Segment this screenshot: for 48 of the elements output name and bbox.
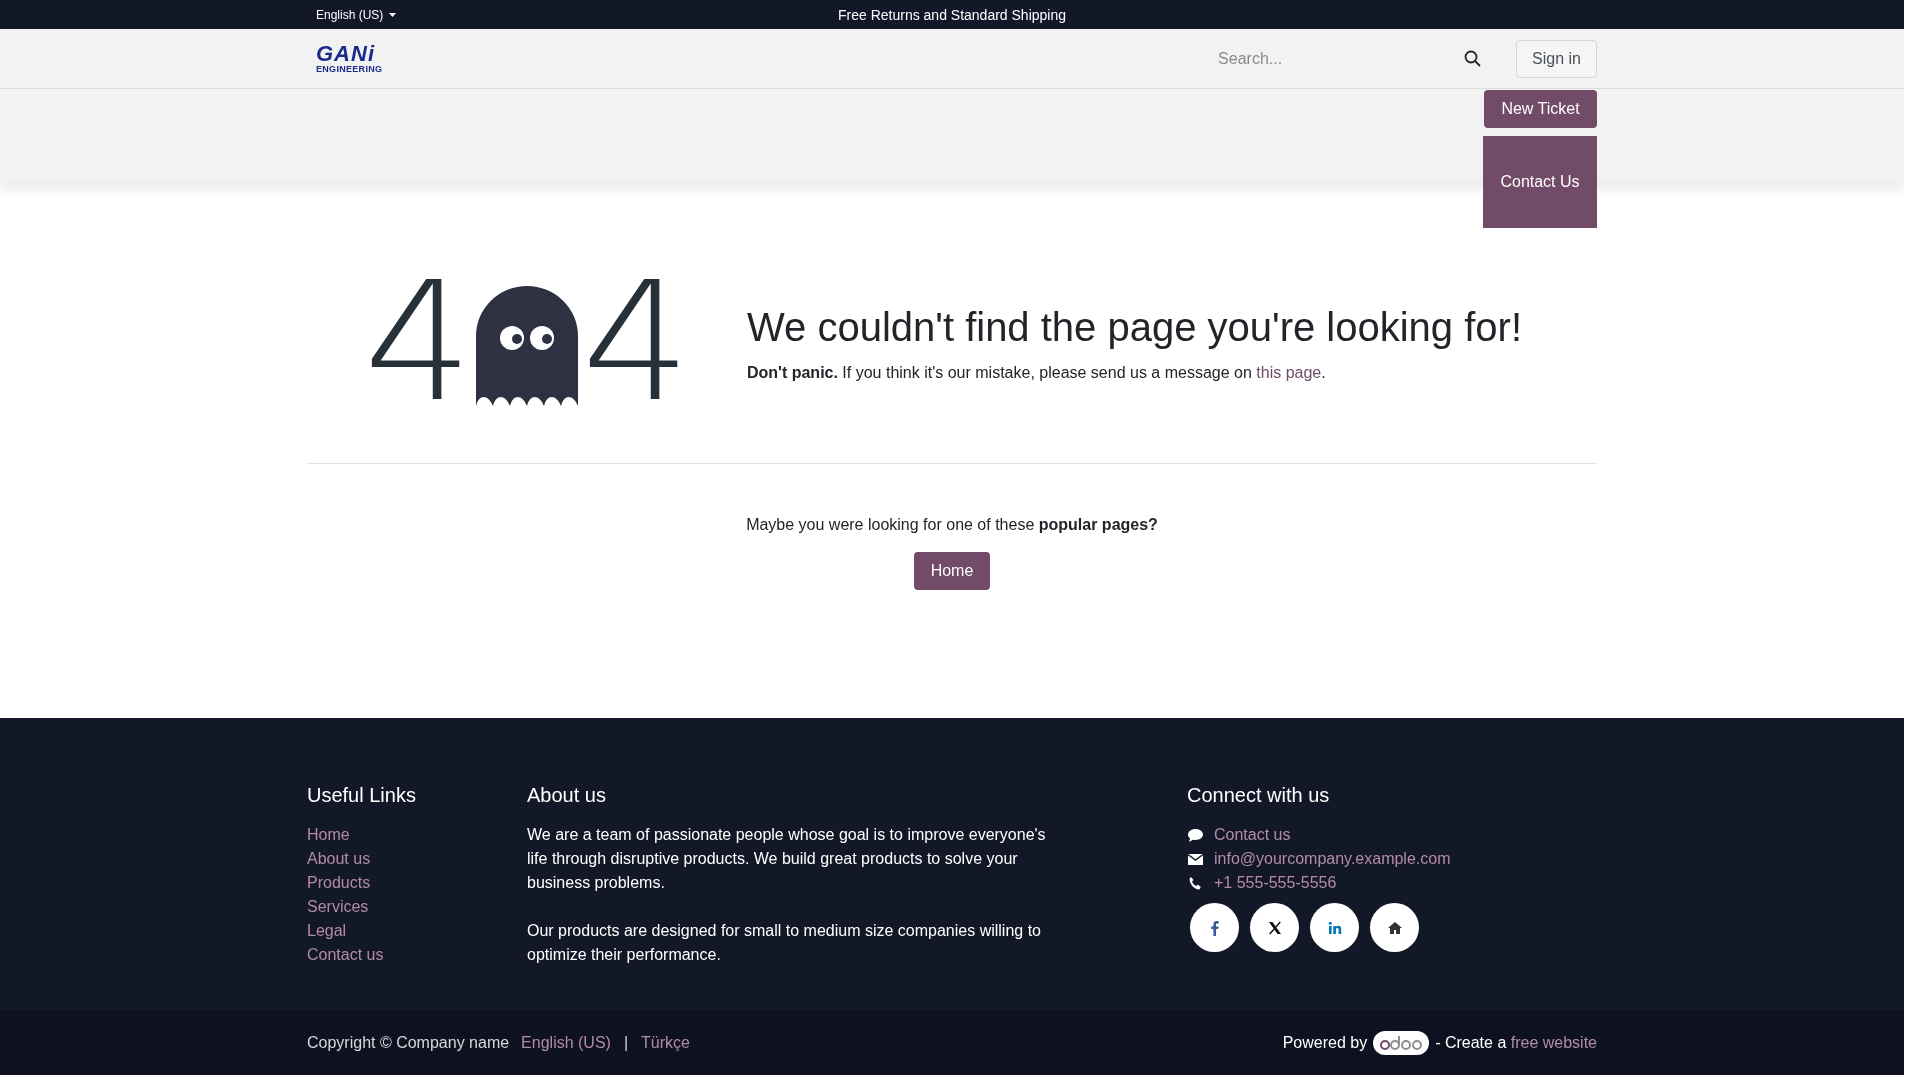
- popular-pages-text: Maybe you were looking for one of these popular pages?: [745, 516, 1159, 534]
- contact-link[interactable]: +1 555-555-5556: [1214, 871, 1337, 895]
- error-digit: 4: [581, 280, 691, 406]
- envelope-icon: [1187, 851, 1204, 867]
- speech-bubble-icon: [1187, 827, 1204, 843]
- footer-link[interactable]: Products: [307, 871, 527, 895]
- wordmark-logo[interactable]: [1373, 1030, 1430, 1055]
- contact-link[interactable]: Contact us: [1214, 823, 1291, 847]
- error-heading: We couldn't find the page you're looking for!: [747, 304, 1523, 350]
- separator: |: [623, 1033, 629, 1052]
- nav-button[interactable]: New Ticket: [1484, 90, 1597, 128]
- about-paragraph: We are a team of passionate people whose goal is to improve everyone's life through disruptive products. We build great products to solve your business problems.: [527, 825, 1047, 893]
- linkedin-icon: [1326, 919, 1343, 936]
- footer-link[interactable]: Home: [307, 823, 527, 847]
- nav-button[interactable]: Contact Us: [1483, 136, 1597, 228]
- company-logo[interactable]: GANi ENGINEERING: [316, 43, 383, 74]
- language-link[interactable]: English (US): [521, 1033, 611, 1052]
- search-field[interactable]: Search...: [1206, 49, 1465, 68]
- footer-link[interactable]: Services: [307, 895, 527, 919]
- about-paragraph: Our products are designed for small to medium size companies willing to optimize their performance.: [527, 921, 1042, 965]
- social-button[interactable]: [1370, 903, 1419, 952]
- home-icon: [1386, 919, 1403, 936]
- sign-in-button[interactable]: Sign in: [1516, 39, 1597, 78]
- language-link[interactable]: Türkçe: [641, 1033, 690, 1052]
- footer-link[interactable]: Contact us: [307, 943, 527, 967]
- search-icon[interactable]: [1464, 50, 1482, 67]
- footer-heading: Connect with us: [1187, 784, 1331, 807]
- footer-link[interactable]: About us: [307, 847, 527, 871]
- error-message: Don't panic. If you think it's our mistake, please send us a message on this page.: [747, 363, 1327, 382]
- copyright-text: Copyright © Company name: [307, 1033, 510, 1052]
- x-logo-icon: [1266, 919, 1283, 936]
- ghost-icon: [476, 286, 578, 406]
- footer-link[interactable]: Legal: [307, 919, 527, 943]
- home-button[interactable]: Home: [913, 552, 991, 590]
- this-page-link[interactable]: this page: [1256, 363, 1322, 381]
- footer-heading: Useful Links: [307, 784, 417, 807]
- language-dropdown[interactable]: English (US): [307, 7, 397, 22]
- footer-heading: About us: [527, 784, 607, 807]
- create-text: - Create a: [1435, 1033, 1508, 1052]
- social-button[interactable]: [1250, 903, 1299, 952]
- powered-by-text: Powered by: [1282, 1033, 1368, 1052]
- contact-link[interactable]: info@yourcompany.example.com: [1214, 847, 1451, 871]
- promo-text: Free Returns and Standard Shipping: [837, 6, 1066, 23]
- caret-icon: [389, 12, 397, 17]
- social-button[interactable]: [1310, 903, 1359, 952]
- free-website-link[interactable]: free website: [1510, 1033, 1597, 1052]
- social-button[interactable]: [1190, 903, 1239, 952]
- error-digit: 4: [363, 280, 473, 406]
